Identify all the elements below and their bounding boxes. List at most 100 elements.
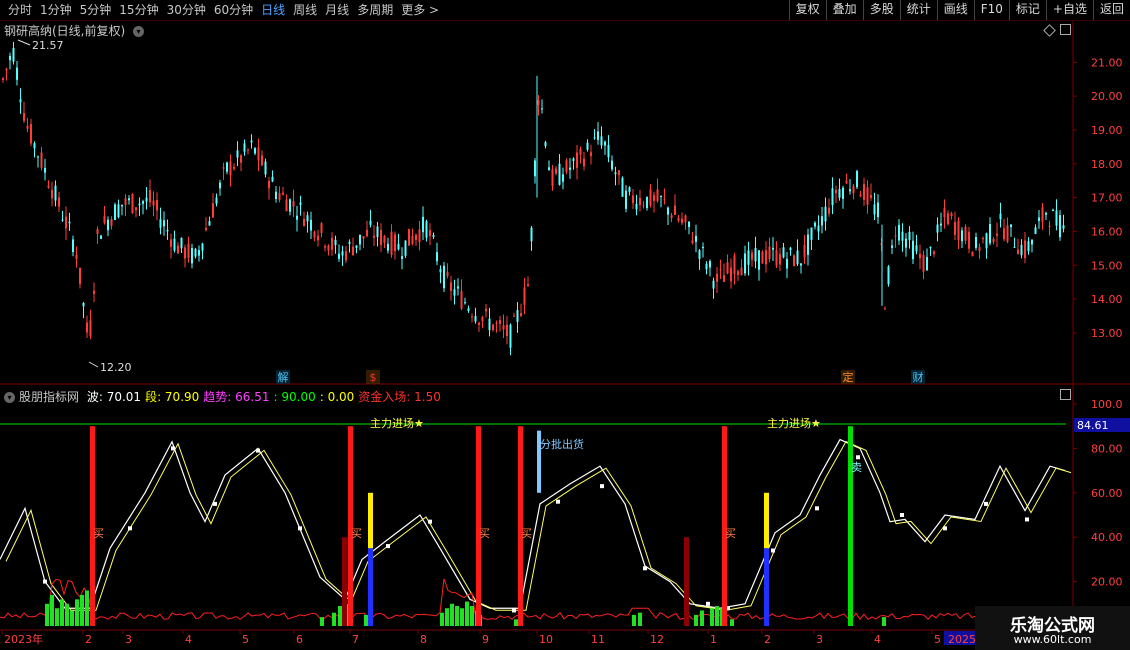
candle-body [688,221,690,228]
candle-body [926,256,928,271]
candle-body [1062,225,1065,229]
event-marker-0: 解 [278,370,289,384]
candle-body [394,234,396,252]
chevron-down-icon[interactable]: ▾ [133,26,145,37]
candle-body [558,163,561,185]
period-tab-4[interactable]: 30分钟 [163,0,210,20]
candle-body [782,247,785,258]
candle-body [646,196,648,209]
time-label: 9 [482,633,489,646]
fund-bar [730,619,734,626]
candle-body [201,243,204,251]
main-entry-label-1: 主力进场★ [370,416,424,430]
fund-bar [715,606,719,626]
indicator-param-3: : 90.00 [273,390,316,404]
period-tab-0[interactable]: 分时 [4,0,36,20]
fund-bar [45,603,49,626]
fund-bar [50,594,54,626]
candle-body [9,55,11,61]
period-tab-5[interactable]: 60分钟 [210,0,257,20]
toolbar-button-7[interactable]: +自选 [1045,0,1093,20]
candle-body [586,142,589,150]
candle-body [569,167,571,170]
candle-body [705,263,708,270]
candle-body [331,237,333,250]
candle-body [751,252,753,260]
period-tab-2[interactable]: 5分钟 [76,0,116,20]
candle-body [54,185,57,201]
candle-body [247,149,249,151]
candle-body [835,189,837,194]
indicator-param-2: 趋势: 66.51 [203,390,270,404]
candle-body [516,310,519,323]
candle-body [233,167,235,169]
candle-body [376,226,379,238]
candle-body [485,308,487,312]
toolbar-button-8[interactable]: 返回 [1092,0,1130,20]
period-tab-10[interactable]: 更多 > [397,0,443,20]
candle-body [156,199,158,211]
candle-body [1041,207,1044,222]
candle-body [12,47,15,62]
candle-body [583,158,585,167]
candle-body [86,322,88,333]
candle-body [964,226,967,241]
signal-dot [771,548,775,553]
candle-body [128,198,130,201]
candle-body [58,197,60,207]
toolbar-button-2[interactable]: 多股 [862,0,900,20]
fund-bar [364,614,368,626]
fund-bar [514,619,518,626]
fund-bar [710,608,714,626]
candle-body [275,191,277,199]
candle-body [943,208,946,218]
candle-body [5,68,8,71]
toolbar-button-4[interactable]: 画线 [936,0,974,20]
candle-body [443,265,445,289]
candle-body [397,243,400,250]
period-tab-1[interactable]: 1分钟 [36,0,76,20]
candle-body [474,315,477,322]
candle-body [26,125,29,129]
period-tab-6[interactable]: 日线 [257,0,289,20]
candle-body [124,198,127,206]
window-toggle-icon[interactable] [1060,24,1071,35]
candle-body [695,235,697,242]
window-toggle-icon[interactable] [1060,389,1071,400]
wave-line [0,438,1066,609]
toolbar-actions: 复权 叠加 多股 统计 画线 F10 标记 +自选 返回 [788,0,1130,20]
candle-body [772,248,774,250]
candle-body [149,190,151,203]
period-tab-7[interactable]: 周线 [289,0,321,20]
candle-body [1045,212,1047,215]
candle-body [1052,209,1054,211]
candle-body [387,243,389,251]
toolbar-button-5[interactable]: F10 [973,0,1009,20]
candle-body [19,99,22,103]
candle-body [842,187,844,199]
candle-body [667,207,669,215]
chevron-down-icon[interactable]: ▾ [4,392,15,403]
high-pointer [17,39,31,46]
buy-label: 买 [725,527,736,540]
toolbar-button-0[interactable]: 复权 [788,0,826,20]
candle-body [593,137,596,139]
toolbar-button-3[interactable]: 统计 [899,0,937,20]
period-tab-9[interactable]: 多周期 [353,0,397,20]
watermark-url: www.60lt.com [1013,633,1092,646]
toolbar-button-6[interactable]: 标记 [1008,0,1046,20]
stock-title: 钢研高纳(日线,前复权) [4,24,126,38]
candle-body [436,252,438,262]
period-tab-8[interactable]: 月线 [321,0,353,20]
candle-body [758,250,760,270]
sell-label: 卖 [851,461,862,474]
candle-body [1038,217,1040,221]
candle-body [663,199,666,201]
candle-body [719,269,722,271]
candle-body [513,315,515,317]
toolbar-button-1[interactable]: 叠加 [825,0,863,20]
period-tab-3[interactable]: 15分钟 [115,0,162,20]
candle-body [618,170,620,176]
candle-body [110,218,113,226]
candle-body [716,273,718,282]
